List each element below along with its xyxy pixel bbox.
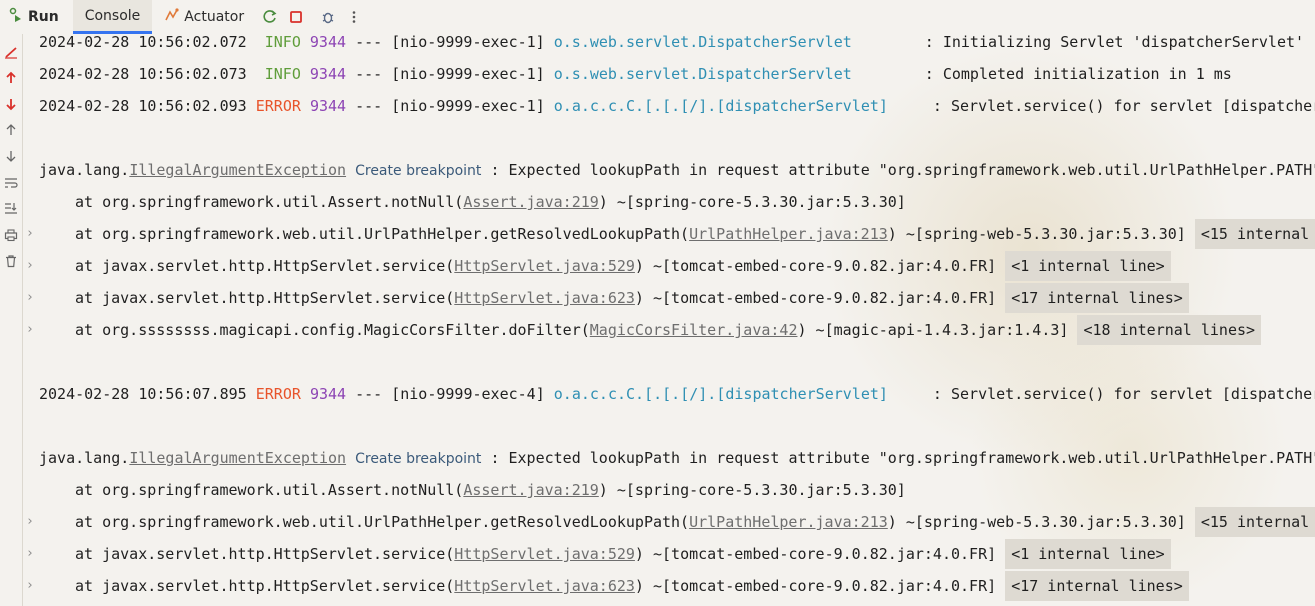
tab-actuator[interactable]: Actuator [152,0,256,34]
scroll-up-icon[interactable] [3,122,19,138]
source-link[interactable]: MagicCorsFilter.java:42 [590,321,798,339]
source-link[interactable]: UrlPathHelper.java:213 [689,513,888,531]
create-breakpoint-link[interactable]: Create breakpoint [355,163,481,179]
actuator-icon [164,7,180,27]
stack-frame: at javax.servlet.http.HttpServlet.servic… [75,538,1171,570]
stack-frame: at org.springframework.web.util.UrlPathH… [75,506,1315,538]
source-link[interactable]: Assert.java:219 [463,481,598,499]
rerun-icon[interactable] [258,5,282,29]
print-icon[interactable] [3,227,19,243]
log-line: 2024-02-28 10:56:02.072 INFO 9344 --- [n… [39,34,1305,51]
log-line-error: 2024-02-28 10:56:02.093 ERROR 9344 --- [… [39,97,1315,115]
internal-lines-fold[interactable]: <15 internal l [1194,219,1315,249]
chevron-right-icon[interactable]: › [26,282,38,314]
tab-actuator-label: Actuator [184,9,245,25]
soft-wrap-icon[interactable] [3,175,19,191]
create-breakpoint-link[interactable]: Create breakpoint [355,451,481,467]
internal-lines-fold[interactable]: <17 internal lines> [1005,283,1189,313]
chevron-right-icon[interactable]: › [26,218,38,250]
exception-line: java.lang.IllegalArgumentException Creat… [39,161,1315,179]
stack-frame: at javax.servlet.http.HttpServlet.servic… [75,250,1171,282]
console-toolbar: Run Console Actuator [0,0,1315,34]
exception-link[interactable]: IllegalArgumentException [129,449,346,467]
chevron-right-icon[interactable]: › [26,250,38,282]
stack-frame: at javax.servlet.http.HttpServlet.servic… [75,570,1189,602]
internal-lines-fold[interactable]: <17 internal lines> [1005,571,1189,601]
tab-console[interactable]: Console [72,0,153,34]
more-icon[interactable] [342,5,366,29]
stack-frame: at org.springframework.util.Assert.notNu… [75,193,906,211]
source-link[interactable]: HttpServlet.java:529 [454,257,635,275]
log-line: 2024-02-28 10:56:02.073 INFO 9344 --- [n… [39,65,1232,83]
exception-line: java.lang.IllegalArgumentException Creat… [39,449,1315,467]
run-tool-window-title[interactable]: Run [8,7,59,27]
console-output[interactable]: 2024-02-28 10:56:02.072 INFO 9344 --- [n… [22,34,1315,606]
log-line-error: 2024-02-28 10:56:07.895 ERROR 9344 --- [… [39,385,1315,403]
source-link[interactable]: UrlPathHelper.java:213 [689,225,888,243]
exception-link[interactable]: IllegalArgumentException [129,161,346,179]
source-link[interactable]: Assert.java:219 [463,193,598,211]
source-link[interactable]: HttpServlet.java:623 [454,577,635,595]
debug-settings-icon[interactable] [316,5,340,29]
source-link[interactable]: HttpServlet.java:623 [454,289,635,307]
scroll-soft-wrap-icon[interactable] [3,44,19,60]
run-icon [8,7,24,27]
internal-lines-fold[interactable]: <18 internal lines> [1077,315,1262,345]
tab-console-label: Console [84,7,141,24]
source-link[interactable]: HttpServlet.java:529 [454,545,635,563]
chevron-right-icon[interactable]: › [26,538,38,570]
stack-frame: at org.ssssssss.magicapi.config.MagicCor… [75,314,1262,346]
stack-frame: at org.springframework.util.Assert.notNu… [75,481,906,499]
internal-lines-fold[interactable]: <1 internal line> [1005,539,1171,569]
up-arrow-icon[interactable] [3,70,19,86]
internal-lines-fold[interactable]: <15 internal l [1194,507,1315,537]
scroll-down-icon[interactable] [3,148,19,164]
trash-icon[interactable] [3,253,19,269]
stack-frame: at org.springframework.web.util.UrlPathH… [75,218,1315,250]
run-label: Run [28,9,59,25]
stack-frame: at javax.servlet.http.HttpServlet.servic… [75,282,1189,314]
down-arrow-icon[interactable] [3,96,19,112]
chevron-right-icon[interactable]: › [26,314,38,346]
chevron-right-icon[interactable]: › [26,570,38,602]
internal-lines-fold[interactable]: <1 internal line> [1005,251,1171,281]
stop-icon[interactable] [284,5,308,29]
console-gutter-toolbar [0,34,23,606]
chevron-right-icon[interactable]: › [26,506,38,538]
scroll-to-end-icon[interactable] [3,200,19,216]
